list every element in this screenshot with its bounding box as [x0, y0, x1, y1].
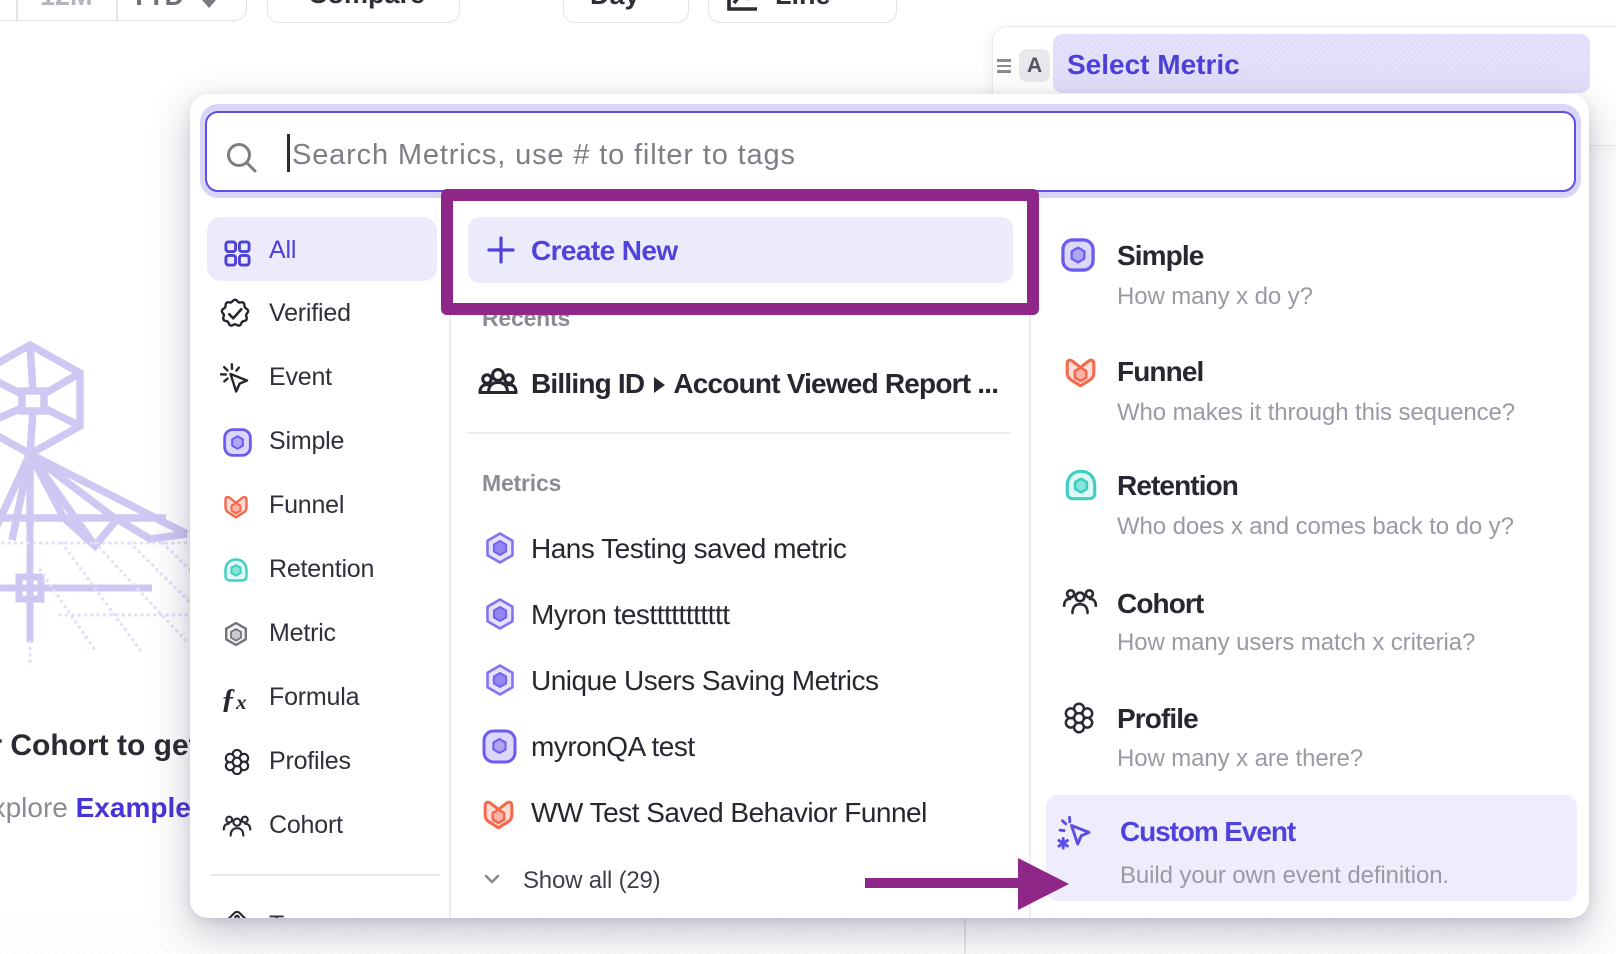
svg-text:x: x [235, 690, 247, 714]
svg-text:ƒ: ƒ [221, 685, 236, 715]
